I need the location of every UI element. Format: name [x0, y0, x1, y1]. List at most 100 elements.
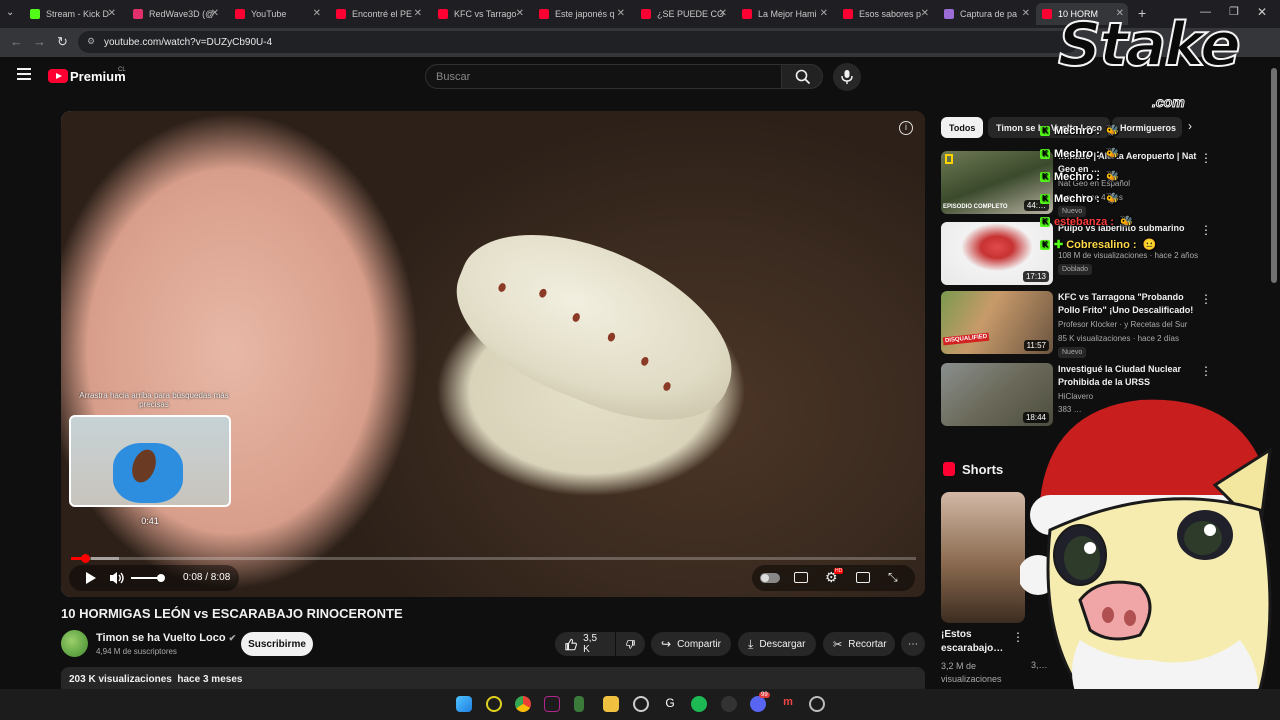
file-explorer-icon[interactable] — [603, 696, 619, 712]
app-icon[interactable] — [544, 696, 560, 712]
back-icon[interactable]: ← — [10, 34, 23, 49]
close-window-button[interactable]: ✕ — [1257, 5, 1267, 19]
tab-favicon-icon — [235, 9, 245, 19]
tab-close-icon[interactable]: ✕ — [211, 8, 219, 19]
browser-tab[interactable]: Stream - Kick D ✕ — [24, 3, 120, 25]
theater-mode-icon[interactable] — [856, 572, 870, 583]
reload-icon[interactable]: ↻ — [57, 34, 68, 50]
tab-close-icon[interactable]: ✕ — [108, 8, 116, 19]
progress-scrubber[interactable] — [81, 554, 90, 563]
progress-bar[interactable] — [71, 557, 916, 560]
shorts-icon — [943, 462, 955, 476]
chips-next-icon[interactable]: › — [1188, 119, 1192, 133]
spotify-icon[interactable] — [691, 696, 707, 712]
share-button[interactable]: ↪ Compartir — [651, 632, 731, 656]
app-icon[interactable] — [633, 696, 649, 712]
chip-anthills[interactable]: Hormigueros — [1112, 117, 1182, 138]
search-input[interactable]: Buscar — [425, 64, 782, 89]
autoplay-toggle[interactable] — [760, 573, 780, 583]
video-thumbnail[interactable]: 17:13 — [941, 222, 1053, 285]
fullscreen-icon[interactable]: ⤡ — [888, 570, 898, 585]
browser-tab[interactable]: KFC vs Tarrago ✕ — [432, 3, 528, 25]
video-frame — [61, 111, 925, 597]
chat-message: K Mechro : 🐝 — [1040, 124, 1120, 137]
discord-icon[interactable] — [750, 696, 766, 712]
search-placeholder: Buscar — [436, 70, 471, 83]
browser-tab[interactable]: RedWave3D (@ ✕ — [127, 3, 223, 25]
app-icon[interactable] — [574, 696, 584, 712]
chat-message: Kestebanza : 🐝 — [1040, 215, 1134, 228]
chat-username: Cobresalino : — [1066, 238, 1137, 251]
clip-label: Recortar — [848, 638, 887, 650]
page-scrollbar[interactable] — [1271, 68, 1277, 283]
channel-name[interactable]: Timon se ha Vuelto Loco ✔ — [96, 632, 236, 644]
dislike-button[interactable] — [616, 632, 645, 656]
video-thumbnail[interactable]: DISQUALIFIED 11:57 — [941, 291, 1053, 354]
tab-close-icon[interactable]: ✕ — [921, 8, 929, 19]
app-icon[interactable]: G — [662, 696, 678, 712]
thumbs-up-icon — [565, 638, 577, 650]
app-icon[interactable] — [721, 696, 737, 712]
youtube-logo-icon[interactable] — [48, 69, 68, 83]
video-title-link[interactable]: Investigué la Ciudad Nuclear Prohibida d… — [1058, 363, 1198, 389]
voice-search-button[interactable] — [833, 63, 861, 91]
new-badge: Nuevo — [1058, 347, 1087, 358]
start-menu-icon[interactable] — [456, 696, 472, 712]
video-thumbnail[interactable]: EPISODIO COMPLETO 44:… — [941, 151, 1053, 214]
search-button[interactable] — [781, 64, 823, 89]
browser-tab[interactable]: Este japonés q ✕ — [533, 3, 629, 25]
chrome-icon[interactable] — [515, 696, 531, 712]
more-actions-button[interactable]: ⋯ — [901, 632, 925, 656]
clip-button[interactable]: ✂ Recortar — [823, 632, 895, 656]
forward-icon[interactable]: → — [33, 34, 46, 49]
video-channel[interactable]: Profesor Klocker · y Recetas del Sur — [1058, 319, 1208, 331]
volume-knob[interactable] — [157, 574, 165, 582]
app-icon[interactable]: m — [780, 696, 796, 712]
tab-label: Stream - Kick D — [46, 9, 110, 19]
short-title[interactable]: ¡Estos escarabajo… — [941, 628, 1016, 656]
browser-tab[interactable]: Encontré el PE ✕ — [330, 3, 426, 25]
app-icon[interactable] — [809, 696, 825, 712]
tab-close-icon[interactable]: ✕ — [1022, 8, 1030, 19]
short-thumbnail[interactable] — [941, 492, 1025, 623]
tab-close-icon[interactable]: ✕ — [820, 8, 828, 19]
video-menu-icon[interactable]: ⋮ — [1200, 151, 1212, 165]
like-button[interactable]: 3,5 K — [555, 632, 615, 656]
video-menu-icon[interactable]: ⋮ — [1200, 223, 1212, 237]
tab-label: ¿SE PUEDE CO — [657, 9, 725, 19]
chat-message: K Mechro : 🐝 — [1040, 170, 1120, 183]
menu-icon[interactable] — [17, 68, 31, 80]
chip-all[interactable]: Todos — [941, 117, 984, 138]
kick-badge-icon: K — [1040, 239, 1050, 250]
info-icon[interactable]: i — [899, 121, 913, 135]
browser-tab[interactable]: Captura de pa ✕ — [938, 3, 1034, 25]
video-menu-icon[interactable]: ⋮ — [1200, 292, 1212, 306]
browser-tab[interactable]: ¿SE PUEDE CO ✕ — [635, 3, 731, 25]
tab-close-icon[interactable]: ✕ — [516, 8, 524, 19]
video-title-link[interactable]: KFC vs Tarragona "Probando Pollo Frito" … — [1058, 291, 1198, 317]
kick-badge-icon: K — [1040, 125, 1050, 136]
video-player[interactable]: i Arrastra hacia arriba para búsquedas m… — [61, 111, 925, 597]
tab-favicon-icon — [944, 9, 954, 19]
tab-close-icon[interactable]: ✕ — [719, 8, 727, 19]
site-info-icon[interactable]: ⚙ — [87, 36, 95, 47]
browser-tab[interactable]: La Mejor Hami ✕ — [736, 3, 832, 25]
video-menu-icon[interactable]: ⋮ — [1200, 364, 1212, 378]
progress-buffered — [91, 557, 119, 560]
browser-tab[interactable]: Esos sabores p ✕ — [837, 3, 933, 25]
url-field[interactable]: ⚙ youtube.com/watch?v=DUZyCb90U-4 — [78, 31, 1078, 53]
url-text: youtube.com/watch?v=DUZyCb90U-4 — [104, 36, 273, 48]
subtitles-icon[interactable] — [794, 572, 808, 583]
tab-search-icon[interactable]: ⌄ — [6, 7, 14, 18]
tab-close-icon[interactable]: ✕ — [414, 8, 422, 19]
browser-tab[interactable]: YouTube ✕ — [229, 3, 325, 25]
download-button[interactable]: ⤓ Descargar — [738, 632, 816, 656]
subscribe-button[interactable]: Suscribirme — [241, 632, 313, 656]
play-icon[interactable] — [85, 571, 97, 585]
tab-close-icon[interactable]: ✕ — [313, 8, 321, 19]
thumbnail-label: DISQUALIFIED — [942, 332, 990, 346]
tab-close-icon[interactable]: ✕ — [617, 8, 625, 19]
volume-icon[interactable] — [109, 571, 125, 585]
opera-gx-icon[interactable] — [486, 696, 502, 712]
channel-avatar[interactable] — [61, 630, 88, 657]
